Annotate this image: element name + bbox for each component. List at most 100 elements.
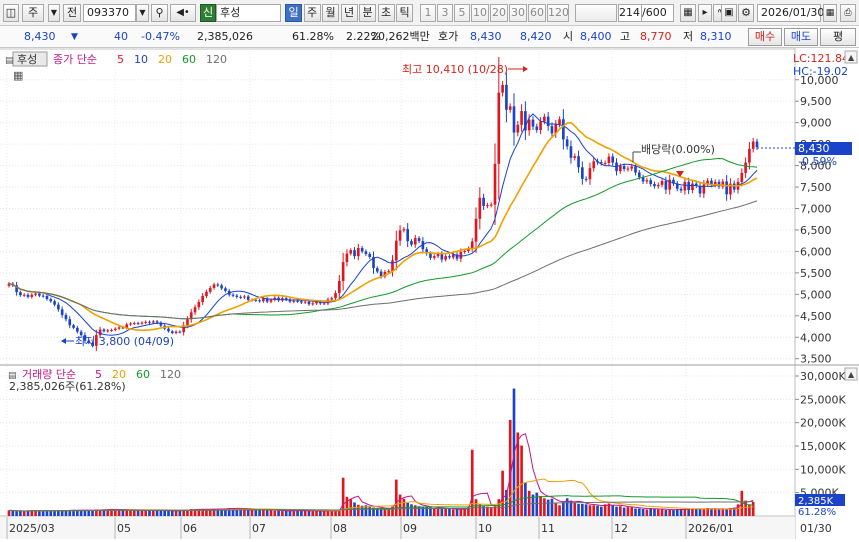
candle-body	[569, 146, 573, 158]
minute-interval-input[interactable]	[575, 4, 617, 22]
current-price: 8,430	[24, 30, 56, 43]
speaker-icon[interactable]: ◀•	[170, 4, 196, 22]
candle-body	[170, 331, 174, 333]
volume-bar	[394, 479, 398, 516]
x-axis-label: 2025/03	[9, 522, 55, 535]
minute-button-4[interactable]: 20	[490, 4, 508, 22]
candle-body	[573, 156, 577, 158]
volume-square-icon: ▤	[8, 371, 17, 381]
minute-button-2[interactable]: 5	[454, 4, 470, 22]
minute-button-1[interactable]: 3	[437, 4, 453, 22]
period-button-3[interactable]: 년	[340, 4, 358, 22]
candle-body	[417, 238, 421, 242]
candle-body	[155, 321, 159, 323]
dropdown-arrow-icon[interactable]: ▼	[48, 4, 60, 22]
volume-ratio: 61.28%	[292, 30, 334, 43]
period-button-6[interactable]: 틱	[396, 4, 413, 22]
period-button-0[interactable]: 일	[285, 4, 302, 22]
scroll-arrow-icon[interactable]: ▸	[698, 4, 712, 22]
period-button-4[interactable]: 분	[359, 4, 376, 22]
date-input[interactable]: 2026/01/30	[757, 4, 824, 22]
market-button[interactable]: 주	[22, 4, 44, 22]
volume-bar	[634, 508, 637, 516]
minute-button-0[interactable]: 1	[420, 4, 436, 22]
candle-body	[368, 253, 372, 257]
low-price: 8,310	[700, 30, 732, 43]
candle-body	[482, 197, 485, 206]
candle-body	[254, 299, 258, 301]
volume-bar	[543, 498, 546, 516]
volume-bar	[38, 511, 41, 516]
candle-body	[345, 253, 349, 263]
settings-gear-icon[interactable]: ⚙	[738, 4, 754, 22]
minute-button-5[interactable]: 30	[509, 4, 527, 22]
buy-button[interactable]: 매수	[748, 28, 782, 46]
print-icon[interactable]: ⎙	[840, 4, 856, 22]
legend-main[interactable]: 종가 단순	[53, 53, 97, 66]
trade-amount: 20,262백만	[371, 30, 430, 43]
candle-body	[478, 197, 482, 219]
code-dropdown-icon[interactable]: ▼	[136, 4, 149, 22]
sell-button[interactable]: 매도	[784, 28, 818, 46]
candle-body	[167, 328, 170, 332]
legend-ma-20: 20	[158, 53, 172, 66]
candle-body	[398, 230, 402, 241]
volume-bar	[694, 509, 698, 516]
volume-bar	[49, 510, 53, 516]
volume-bar	[334, 511, 337, 516]
candle-body	[212, 284, 216, 288]
grid-table-icon[interactable]: ▦	[13, 69, 23, 82]
candle-body	[193, 307, 197, 313]
volume-bar	[273, 510, 277, 516]
eval-button[interactable]: 평	[820, 28, 856, 46]
candle-body	[148, 321, 151, 323]
candle-body	[303, 301, 307, 303]
type-button[interactable]: 전	[63, 4, 81, 22]
candle-body	[224, 288, 227, 291]
count-input[interactable]: 214	[618, 4, 642, 22]
price-tick-label: 9,500	[800, 95, 832, 108]
lc-label: LC:121.84	[793, 52, 849, 65]
minute-button-3[interactable]: 10	[471, 4, 489, 22]
legend-stock-name[interactable]: 후성	[17, 53, 37, 66]
volume-bar	[132, 510, 136, 516]
period-button-5[interactable]: 초	[377, 4, 395, 22]
candle-body	[201, 296, 204, 303]
high-annotation: 최고 10,410 (10/28)	[402, 63, 508, 76]
price-tick-label: 5,500	[800, 267, 832, 280]
price-tick-label: 7,000	[800, 203, 832, 216]
candle-body	[748, 148, 751, 163]
volume-bar	[311, 511, 315, 516]
candle-body	[49, 299, 53, 302]
volume-bar	[22, 511, 26, 516]
volume-bar	[603, 504, 607, 516]
calendar-icon[interactable]: ▦	[823, 4, 837, 22]
search-icon[interactable]: ⚲	[151, 4, 168, 22]
period-button-1[interactable]: 주	[303, 4, 321, 22]
x-axis-label: 08	[333, 522, 347, 535]
save-icon[interactable]: ▣	[721, 4, 737, 22]
volume-bar	[630, 507, 634, 516]
stock-chart[interactable]: 3,500 4,000 4,500 5,000 5,500 6,000 6,500 7,000…	[0, 48, 859, 539]
volume-bar	[315, 510, 318, 516]
x-axis-label: 11	[541, 522, 555, 535]
volume-bar	[459, 509, 463, 516]
candle-body	[375, 268, 379, 272]
candle-body	[550, 126, 554, 134]
period-button-2[interactable]: 월	[322, 4, 339, 22]
volume-bar	[57, 510, 60, 516]
stock-code-input[interactable]: 093370	[83, 4, 136, 22]
stock-name-input[interactable]: 후성	[216, 4, 281, 22]
volume-bar	[19, 511, 22, 516]
high-price: 8,770	[640, 30, 672, 43]
volume-bar	[577, 503, 580, 516]
minute-button-7[interactable]: 120	[547, 4, 569, 22]
window-menu-icon[interactable]: ◫	[3, 4, 19, 22]
chart-type-icon[interactable]: ▦	[680, 4, 696, 22]
quote-bar: 8,430 ▼ 40 -0.47% 2,385,026 61.28% 2.22%…	[0, 26, 859, 48]
volume-bar	[87, 510, 91, 516]
minute-button-6[interactable]: 60	[528, 4, 546, 22]
candle-body	[584, 178, 588, 180]
volume-bar	[592, 505, 596, 516]
candle-body	[740, 172, 744, 182]
